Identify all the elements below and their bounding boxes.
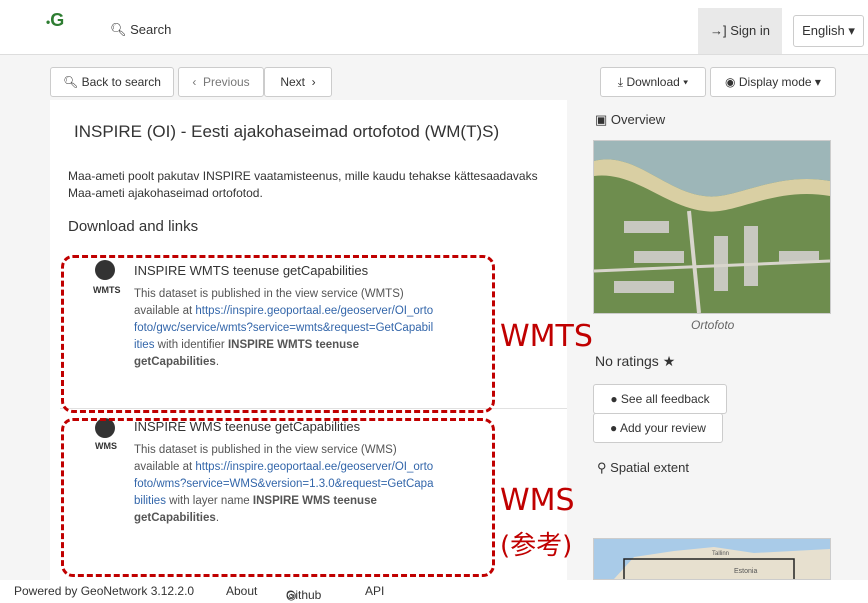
add-review-button[interactable]: ● Add your review	[593, 413, 723, 443]
search-label: Search	[130, 22, 172, 37]
next-label: Next	[280, 75, 305, 89]
download-dropdown[interactable]: ⤓ Download ▾	[600, 67, 706, 97]
sign-in-label: Sign in	[730, 23, 770, 38]
search-icon: 🔍︎	[110, 22, 127, 37]
orthophoto-image	[594, 141, 830, 313]
spatial-extent-label: Spatial extent	[610, 460, 689, 475]
wmts-annotation: WMTS	[500, 319, 593, 354]
record-sidebar: ▣ Overview Ortofoto No ratings ★ ● See a…	[585, 100, 840, 580]
github-label: Github	[286, 588, 322, 602]
content-area: 🔍︎ Back to search ‹ Previous Next › ⤓ Do…	[0, 55, 868, 580]
wms-annotation: WMS	[500, 483, 575, 518]
record-description: Maa-ameti poolt pakutav INSPIRE vaatamis…	[68, 169, 538, 200]
spatial-extent-map[interactable]: Estonia Tallinn	[593, 538, 831, 580]
wms-note-annotation: (参考)	[500, 531, 573, 561]
sign-in-button[interactable]: →] Sign in	[698, 8, 782, 54]
eye-icon: ◉	[725, 75, 736, 89]
star-icon: ★	[662, 353, 676, 369]
record-title: INSPIRE (OI) - Eesti ajakohaseimad ortof…	[74, 122, 500, 141]
overview-label: Overview	[610, 112, 666, 127]
previous-button[interactable]: ‹ Previous	[178, 67, 264, 97]
chevron-left-icon: ‹	[192, 75, 197, 89]
overview-thumbnail[interactable]	[593, 140, 831, 314]
logo-text: G	[50, 10, 65, 30]
powered-by-text: Powered by GeoNetwork 3.12.2.0	[14, 584, 195, 598]
map-label-tallinn: Tallinn	[712, 551, 729, 557]
comment-icon: ●	[610, 421, 618, 435]
display-mode-label: Display mode	[738, 75, 812, 89]
sign-in-icon: →]	[710, 23, 727, 38]
extent-map-image: Estonia Tallinn	[594, 539, 830, 579]
back-label: Back to search	[81, 75, 161, 89]
about-link[interactable]: About	[226, 584, 257, 598]
add-review-label: Add your review	[619, 421, 706, 435]
map-label-estonia: Estonia	[734, 568, 757, 575]
wmts-highlight-box	[61, 255, 495, 413]
spatial-extent-heading: ⚲ Spatial extent	[597, 460, 689, 476]
overview-heading: ▣ Overview	[595, 112, 665, 128]
next-button[interactable]: Next ›	[264, 67, 332, 97]
caret-down-icon: ▾	[683, 75, 689, 89]
download-label: Download	[626, 75, 680, 89]
language-label: English	[802, 23, 845, 38]
api-link[interactable]: API	[365, 584, 384, 598]
previous-label: Previous	[202, 75, 250, 89]
thumbnail-caption: Ortofoto	[691, 318, 735, 332]
caret-down-icon: ▾	[848, 23, 855, 38]
download-icon: ⤓	[617, 75, 624, 89]
wms-highlight-box	[61, 418, 495, 577]
see-feedback-label: See all feedback	[620, 392, 710, 406]
language-selector[interactable]: English ▾	[793, 15, 864, 47]
comments-icon: ●	[610, 392, 618, 406]
back-to-search-button[interactable]: 🔍︎ Back to search	[50, 67, 174, 97]
top-navbar: •G 🔍︎ Search →] Sign in English ▾	[0, 0, 868, 55]
geonetwork-logo[interactable]: •G	[46, 10, 64, 31]
see-all-feedback-button[interactable]: ● See all feedback	[593, 384, 727, 414]
footer: Powered by GeoNetwork 3.12.2.0 About ◎ G…	[0, 580, 868, 603]
links-heading: Download and links	[68, 218, 199, 235]
search-link[interactable]: 🔍︎ Search	[110, 22, 171, 38]
map-marker-icon: ⚲	[597, 460, 607, 475]
search-icon: 🔍︎	[63, 75, 79, 89]
caret-down-icon: ▾	[814, 75, 821, 89]
ratings-label: No ratings ★	[595, 353, 675, 370]
chevron-right-icon: ›	[311, 75, 316, 89]
display-mode-dropdown[interactable]: ◉ Display mode ▾	[710, 67, 836, 97]
image-icon: ▣	[595, 112, 608, 127]
ratings-text: No ratings	[595, 353, 659, 369]
